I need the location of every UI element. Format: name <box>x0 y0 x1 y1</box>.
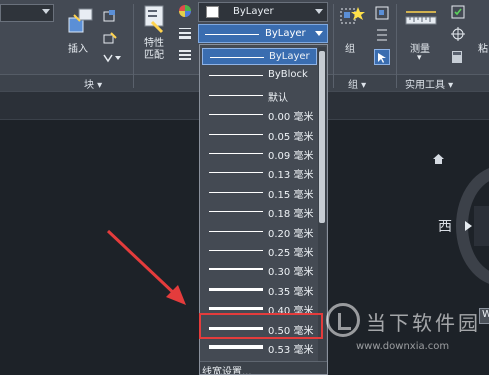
lineweight-option[interactable]: 0.09 毫米 <box>202 145 317 162</box>
color-wheel-icon[interactable] <box>178 4 192 18</box>
lineweight-option[interactable]: 0.13 毫米 <box>202 164 317 181</box>
group-panel-title[interactable]: 组 ▾ <box>348 76 366 91</box>
create-block-icon[interactable] <box>102 8 118 24</box>
lineweight-sample <box>210 57 264 58</box>
lineweight-sample <box>209 250 263 251</box>
left-combo-box[interactable] <box>0 4 54 22</box>
watermark-title: 当下软件园 <box>366 311 481 335</box>
insert-block-icon[interactable] <box>66 6 96 36</box>
color-combo-box[interactable]: ByLayer <box>198 2 328 22</box>
utilities-panel-title[interactable]: 实用工具 ▾ <box>405 76 453 91</box>
chevron-down-icon[interactable] <box>42 9 50 14</box>
lineweight-sample <box>209 114 263 116</box>
group-select-toggle[interactable] <box>374 49 390 65</box>
lineweight-option[interactable]: 0.25 毫米 <box>202 242 317 259</box>
lineweight-option[interactable]: 默认 <box>202 87 317 104</box>
block-panel-title[interactable]: 块 ▾ <box>84 76 102 91</box>
lineweight-sample <box>209 153 263 154</box>
ungroup-icon[interactable] <box>375 6 389 20</box>
match-properties-icon[interactable] <box>142 4 168 34</box>
lineweight-option[interactable]: 0.15 毫米 <box>202 184 317 201</box>
color-combo-value: ByLayer <box>233 6 274 17</box>
lineweight-sample <box>209 230 263 232</box>
ribbon-cut-label: 粘 <box>478 44 488 55</box>
viewcube-west-label[interactable]: 西 <box>438 216 452 236</box>
lineweight-option-label: ByBlock <box>268 69 308 81</box>
lineweight-option-label: 0.20 毫米 <box>268 228 314 240</box>
lineweight-option[interactable]: 0.35 毫米 <box>202 281 317 298</box>
ribbon-separator <box>333 4 334 88</box>
lineweight-sample <box>209 94 263 96</box>
block-attribute-icon[interactable] <box>102 52 122 64</box>
lineweight-combo-value: ByLayer <box>265 28 306 39</box>
lineweight-option-label: 0.53 毫米 <box>268 345 314 356</box>
lineweight-option[interactable]: ByBlock <box>202 67 317 84</box>
lineweight-option-label: 0.00 毫米 <box>268 112 314 124</box>
measure-dropdown-arrow[interactable]: ▾ <box>417 53 422 63</box>
ribbon-separator <box>396 4 397 88</box>
autocad-window: 插入 块 ▾ 特性 匹配 ByLayer ByLayer 组 组 ▾ 测量 ▾ … <box>0 0 489 375</box>
color-swatch <box>206 6 219 18</box>
calculator-icon[interactable] <box>450 50 464 64</box>
lineweight-option-label: 默认 <box>268 92 288 104</box>
group-button-label[interactable]: 组 <box>345 40 355 55</box>
list-icon[interactable] <box>178 48 192 62</box>
lineweight-sample <box>209 345 263 349</box>
group-icon[interactable] <box>338 4 366 34</box>
lineweight-option-label: 0.35 毫米 <box>268 286 314 298</box>
lineweight-option[interactable]: 0.18 毫米 <box>202 203 317 220</box>
lineweight-option-label: 0.05 毫米 <box>268 131 314 143</box>
chevron-down-icon[interactable] <box>315 9 323 14</box>
lineweight-option-label: 0.13 毫米 <box>268 170 314 182</box>
chevron-down-icon[interactable] <box>315 31 323 36</box>
match-properties-label[interactable]: 特性 匹配 <box>144 38 164 62</box>
lineweight-option-label: 0.09 毫米 <box>268 151 314 162</box>
measure-icon[interactable] <box>404 8 438 32</box>
home-icon[interactable] <box>432 153 445 165</box>
lineweight-sample <box>209 211 263 213</box>
lineweight-sample <box>209 133 263 135</box>
lineweight-option-label: 0.15 毫米 <box>268 189 314 201</box>
cursor-icon <box>378 53 386 63</box>
insert-button-label[interactable]: 插入 <box>68 40 88 55</box>
lineweight-icon[interactable] <box>178 26 192 40</box>
lineweight-option[interactable]: 0.00 毫米 <box>202 106 317 123</box>
lineweight-option-label: 0.18 毫米 <box>268 209 314 221</box>
lineweight-sample <box>209 307 263 311</box>
scrollbar-thumb[interactable] <box>319 51 325 223</box>
lineweight-sample <box>209 172 263 174</box>
quick-select-icon[interactable] <box>450 4 466 20</box>
red-arrow-annotation <box>106 229 186 305</box>
lineweight-preview <box>205 34 259 35</box>
lineweight-option[interactable]: ByLayer <box>202 48 317 65</box>
viewcube-face[interactable] <box>474 206 489 246</box>
lineweight-sample <box>209 268 263 271</box>
lineweight-settings-link[interactable]: 线宽设置... <box>200 361 327 374</box>
lineweight-sample <box>209 75 263 77</box>
highlight-box-0-50mm <box>199 313 323 339</box>
watermark-logo <box>326 303 360 337</box>
lineweight-option[interactable]: 0.30 毫米 <box>202 261 317 278</box>
id-point-icon[interactable] <box>450 26 466 42</box>
edit-block-icon[interactable] <box>102 30 118 46</box>
viewcube-rotate-arrow-icon[interactable] <box>465 221 472 231</box>
lineweight-sample <box>209 191 263 193</box>
watermark-url: www.downxia.com <box>356 341 450 352</box>
lineweight-option[interactable]: 0.53 毫米 <box>202 339 317 356</box>
lineweight-option-label: 0.25 毫米 <box>268 248 314 259</box>
lineweight-option[interactable]: 0.20 毫米 <box>202 223 317 240</box>
lineweight-combo-box[interactable]: ByLayer <box>198 24 328 43</box>
group-edit-icon[interactable] <box>375 28 389 42</box>
lineweight-sample <box>209 287 263 291</box>
lineweight-option[interactable]: 0.05 毫米 <box>202 126 317 143</box>
lineweight-option-label: 0.30 毫米 <box>268 267 314 279</box>
lineweight-option-label: ByLayer <box>269 51 310 62</box>
lineweight-settings-label[interactable]: 线宽设置... <box>202 363 252 374</box>
ribbon-separator <box>133 4 134 88</box>
